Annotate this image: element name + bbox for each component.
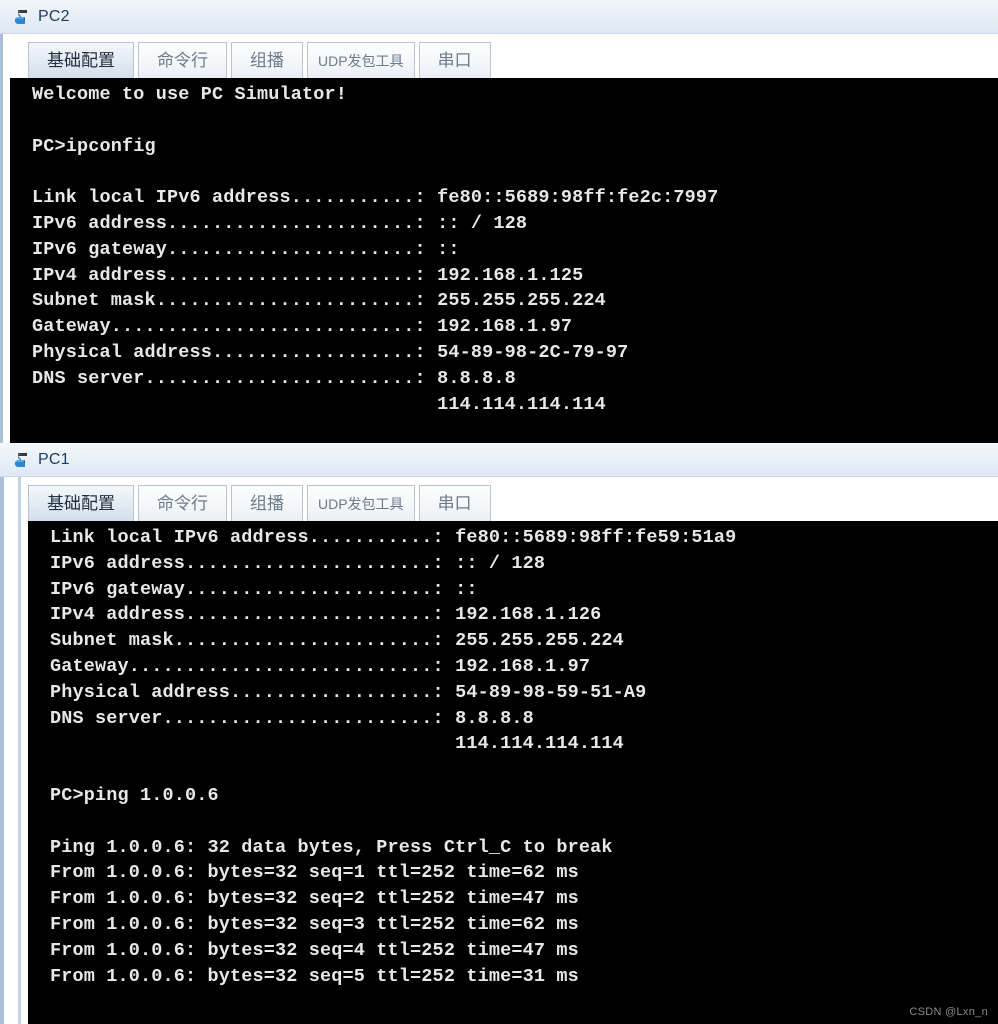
tab-command-line-pc2[interactable]: 命令行 — [138, 42, 227, 78]
terminal-line: Link local IPv6 address...........: fe80… — [50, 527, 737, 548]
watermark: CSDN @Lxn_n — [909, 1006, 988, 1018]
window-pc2: PC2 基础配置 命令行 组播 UDP发包工具 串口 Welcome to us… — [0, 0, 998, 443]
tab-basic-config-pc1[interactable]: 基础配置 — [28, 485, 134, 521]
terminal-line: From 1.0.0.6: bytes=32 seq=5 ttl=252 tim… — [50, 965, 579, 987]
titlebar-pc1[interactable]: PC1 — [0, 443, 998, 477]
terminal-output-pc1[interactable]: Link local IPv6 address...........: fe80… — [28, 521, 998, 1024]
terminal-output-pc2[interactable]: Welcome to use PC Simulator! PC>ipconfig… — [10, 78, 998, 443]
terminal-line: Subnet mask.......................: 255.… — [50, 630, 624, 652]
tab-label: 基础配置 — [47, 51, 115, 70]
tab-serial-port-pc2[interactable]: 串口 — [418, 42, 491, 78]
terminal-line: DNS server........................: 8.8.… — [50, 707, 534, 729]
terminal-line: From 1.0.0.6: bytes=32 seq=3 ttl=252 tim… — [50, 913, 579, 935]
tab-multicast-pc1[interactable]: 组播 — [231, 485, 303, 521]
terminal-lines-pc2: Welcome to use PC Simulator! PC>ipconfig… — [10, 80, 998, 417]
window-title-pc2: PC2 — [38, 7, 70, 25]
terminal-line: IPv6 gateway......................: :: — [50, 578, 478, 600]
window-pc1: PC1 基础配置 命令行 组播 UDP发包工具 串口 Link local IP… — [0, 443, 998, 1024]
terminal-line: 114.114.114.114 — [32, 393, 606, 415]
pc-device-icon — [12, 7, 32, 27]
tab-label: 串口 — [437, 494, 472, 513]
tab-basic-config-pc2[interactable]: 基础配置 — [28, 42, 134, 78]
tab-label: 命令行 — [157, 51, 208, 70]
tab-label: 命令行 — [157, 494, 208, 513]
tab-label: UDP发包工具 — [318, 495, 404, 512]
tab-label: 串口 — [437, 51, 472, 70]
terminal-line: Welcome to use PC Simulator! — [32, 84, 348, 105]
tab-label: UDP发包工具 — [318, 52, 404, 69]
terminal-line: Physical address..................: 54-8… — [32, 341, 629, 363]
terminal-line: IPv6 address......................: :: /… — [32, 212, 528, 234]
terminal-line: From 1.0.0.6: bytes=32 seq=4 ttl=252 tim… — [50, 939, 579, 961]
window-client-pc2: 基础配置 命令行 组播 UDP发包工具 串口 Welcome to use PC… — [0, 34, 998, 443]
terminal-line: IPv6 gateway......................: :: — [32, 238, 460, 260]
terminal-line: Gateway...........................: 192.… — [50, 655, 591, 677]
terminal-line: DNS server........................: 8.8.… — [32, 367, 516, 389]
terminal-line: Ping 1.0.0.6: 32 data bytes, Press Ctrl_… — [50, 836, 613, 858]
terminal-line: Subnet mask.......................: 255.… — [32, 290, 606, 312]
terminal-line: Gateway...........................: 192.… — [32, 316, 573, 338]
titlebar-pc2[interactable]: PC2 — [0, 0, 998, 34]
tabstrip-pc1: 基础配置 命令行 组播 UDP发包工具 串口 — [28, 477, 998, 521]
pc-device-icon — [12, 450, 32, 470]
tabstrip-pc2: 基础配置 命令行 组播 UDP发包工具 串口 — [10, 34, 998, 78]
tab-command-line-pc1[interactable]: 命令行 — [138, 485, 227, 521]
terminal-line: IPv6 address......................: :: /… — [50, 552, 546, 574]
terminal-line: IPv4 address......................: 192.… — [32, 264, 584, 286]
terminal-line: IPv4 address......................: 192.… — [50, 604, 602, 626]
terminal-line: 114.114.114.114 — [50, 733, 624, 755]
terminal-line: Physical address..................: 54-8… — [50, 681, 647, 703]
tab-label: 基础配置 — [47, 494, 115, 513]
window-title-pc1: PC1 — [38, 450, 70, 468]
tab-udp-tool-pc2[interactable]: UDP发包工具 — [307, 42, 415, 78]
terminal-line: PC>ipconfig — [32, 135, 156, 157]
terminal-line: Link local IPv6 address...........: fe80… — [32, 187, 719, 209]
window-client-pc1: 基础配置 命令行 组播 UDP发包工具 串口 Link local IPv6 a… — [0, 477, 998, 1024]
terminal-line: From 1.0.0.6: bytes=32 seq=2 ttl=252 tim… — [50, 888, 579, 910]
tab-label: 组播 — [250, 494, 284, 513]
tab-serial-port-pc1[interactable]: 串口 — [418, 485, 491, 521]
terminal-line: From 1.0.0.6: bytes=32 seq=1 ttl=252 tim… — [50, 862, 579, 884]
terminal-lines-pc1: Link local IPv6 address...........: fe80… — [28, 523, 998, 989]
terminal-line: PC>ping 1.0.0.6 — [50, 784, 219, 806]
tab-udp-tool-pc1[interactable]: UDP发包工具 — [307, 485, 415, 521]
tab-multicast-pc2[interactable]: 组播 — [231, 42, 303, 78]
tab-label: 组播 — [250, 51, 284, 70]
